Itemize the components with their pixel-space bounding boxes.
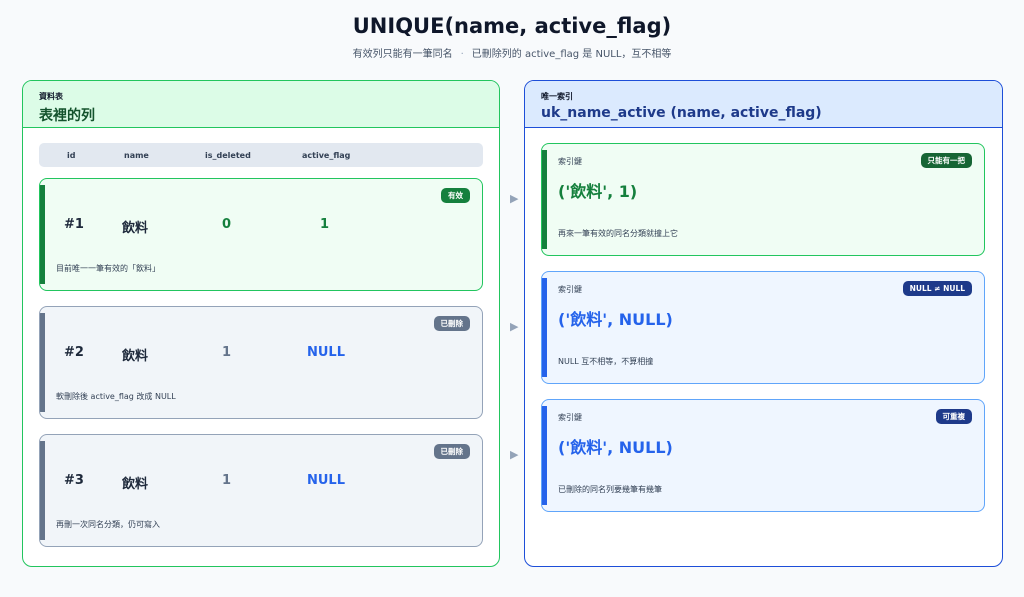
index-panel-title: uk_name_active (name, active_flag) [541,105,822,121]
status-badge: 已刪除 [433,444,470,459]
key-note: 已刪除的同名列要幾筆有幾筆 [558,485,662,494]
subtitle-right: 已刪除列的 active_flag 是 NULL，互不相等 [471,49,672,60]
page-title: UNIQUE(name, active_flag) [352,14,672,38]
status-badge: 有效 [441,188,470,203]
row-note: 軟刪除後 active_flag 改成 NULL [56,392,176,401]
key-value: ('飲料', NULL) [558,438,673,457]
index-key-card: 索引鍵 NULL ≠ NULL ('飲料', NULL) NULL 互不相等，不… [541,271,985,384]
status-badge: 已刪除 [433,316,470,331]
row-name: 飲料 [122,477,149,492]
row-active-flag: 1 [320,217,330,232]
row-accent-bar [40,185,45,284]
arrow-right-icon: ▶ [510,448,519,461]
key-badge: 可重複 [935,409,972,424]
column-header-id: id [67,151,76,160]
row-id: #3 [64,473,84,488]
arrow-right-icon: ▶ [510,192,519,205]
row-active-flag: NULL [307,473,346,488]
index-panel: 唯一索引 uk_name_active (name, active_flag) … [524,80,1003,567]
key-value: ('飲料', NULL) [558,310,673,329]
table-row: 已刪除 #2 飲料 1 NULL 軟刪除後 active_flag 改成 NUL… [39,306,483,419]
key-badge: NULL ≠ NULL [902,281,972,296]
row-note: 目前唯一一筆有效的「飲料」 [56,264,160,273]
row-accent-bar [40,441,45,540]
table-row: 已刪除 #3 飲料 1 NULL 再刪一次同名分類，仍可寫入 [39,434,483,547]
index-key-card: 索引鍵 可重複 ('飲料', NULL) 已刪除的同名列要幾筆有幾筆 [541,399,985,512]
column-header-is-deleted: is_deleted [205,151,251,160]
index-panel-header: 唯一索引 uk_name_active (name, active_flag) [525,81,1002,128]
arrow-right-icon: ▶ [510,320,519,333]
row-accent-bar [40,313,45,412]
index-panel-kicker: 唯一索引 [541,92,573,101]
row-id: #1 [64,217,84,232]
table-panel-header: 資料表 表裡的列 [23,81,499,128]
key-accent-bar [542,150,547,249]
column-header-name: name [124,151,149,160]
row-name: 飲料 [122,349,149,364]
table-panel-kicker: 資料表 [39,92,63,101]
row-is-deleted: 0 [222,217,232,232]
key-label: 索引鍵 [558,157,582,166]
key-accent-bar [542,406,547,505]
key-accent-bar [542,278,547,377]
key-value: ('飲料', 1) [558,182,638,201]
row-is-deleted: 1 [222,345,232,360]
key-note: NULL 互不相等，不算相撞 [558,357,654,366]
subtitle-left: 有效列只能有一筆同名 [352,49,453,60]
column-header-active-flag: active_flag [302,151,351,160]
table-row: 有效 #1 飲料 0 1 目前唯一一筆有效的「飲料」 [39,178,483,291]
row-note: 再刪一次同名分類，仍可寫入 [56,520,160,529]
row-id: #2 [64,345,84,360]
table-panel-title: 表裡的列 [39,108,95,124]
index-key-card: 索引鍵 只能有一把 ('飲料', 1) 再來一筆有效的同名分類就撞上它 [541,143,985,256]
table-panel: 資料表 表裡的列 id name is_deleted active_flag … [22,80,500,567]
row-name: 飲料 [122,221,149,236]
column-header-row: id name is_deleted active_flag [39,143,483,167]
page-subtitle: 有效列只能有一筆同名 · 已刪除列的 active_flag 是 NULL，互不相等 [0,45,1024,60]
key-label: 索引鍵 [558,413,582,422]
row-active-flag: NULL [307,345,346,360]
row-is-deleted: 1 [222,473,232,488]
subtitle-separator: · [460,49,464,60]
key-note: 再來一筆有效的同名分類就撞上它 [558,229,678,238]
key-badge: 只能有一把 [920,153,972,168]
key-label: 索引鍵 [558,285,582,294]
